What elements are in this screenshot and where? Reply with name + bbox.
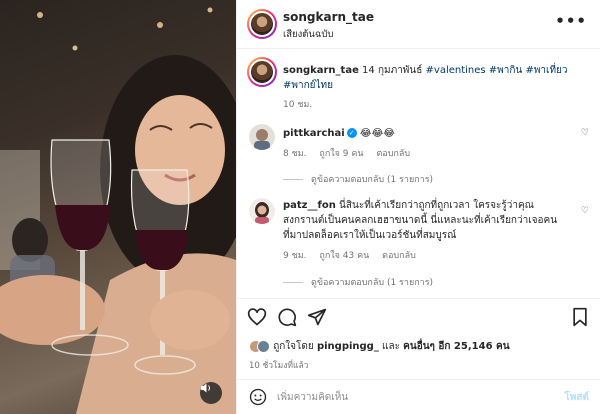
likes-count[interactable]: คนอื่นๆ อีก 25,146 คน [403, 341, 509, 352]
save-bookmark-icon[interactable] [571, 307, 589, 331]
comment-like-heart-icon[interactable]: ♡ [581, 206, 589, 216]
liker-avatar [257, 339, 270, 353]
view-replies-button[interactable]: ดูข้อความตอบกลับ (1 รายการ) [283, 172, 433, 186]
caption-text: 14 กุมภาพันธ์ [362, 65, 423, 76]
post-time-ago[interactable]: 10 ชั่วโมงที่แล้ว [249, 358, 308, 372]
caption-avatar[interactable] [247, 57, 277, 87]
liker-username[interactable]: pingpingg_ [317, 341, 379, 352]
commenter-username[interactable]: patz__fon [283, 200, 336, 211]
post-photo [0, 7, 236, 414]
likes-summary[interactable]: ถูกใจโดย pingpingg_ และ คนอื่นๆ อีก 25,1… [249, 339, 510, 354]
add-comment-bar: โพสต์ [237, 379, 600, 414]
likes-prefix: ถูกใจโดย [273, 341, 314, 352]
caption-time[interactable]: 10 ชม. [283, 97, 312, 111]
post-comment-button[interactable]: โพสต์ [564, 390, 589, 405]
more-options-icon[interactable]: ••• [555, 12, 587, 30]
verified-badge-icon: ✓ [346, 128, 357, 138]
comment-reply-button[interactable]: ตอบกลับ [382, 251, 416, 261]
emoji-icon[interactable] [249, 388, 267, 410]
post-side-panel: songkarn_tae เสียงต้นฉบับ ••• songkarn_t… [236, 0, 600, 414]
commenter-avatar[interactable] [249, 124, 275, 150]
comment-likes[interactable]: ถูกใจ 9 คน [319, 149, 363, 159]
audio-label[interactable]: เสียงต้นฉบับ [283, 27, 333, 42]
comment-like-heart-icon[interactable]: ♡ [581, 128, 589, 138]
author-username[interactable]: songkarn_tae [283, 10, 374, 24]
post-actions [237, 298, 600, 334]
comment-likes[interactable]: ถูกใจ 43 คน [319, 251, 369, 261]
comment-text: 😂😂😂 [359, 128, 395, 139]
view-replies-button[interactable]: ดูข้อความตอบกลับ (1 รายการ) [283, 275, 433, 289]
caption-username[interactable]: songkarn_tae [283, 65, 359, 76]
comment-bubble-icon[interactable] [277, 307, 297, 331]
comment-time[interactable]: 9 ชม. [283, 251, 307, 261]
author-avatar[interactable] [247, 9, 277, 39]
audio-toggle-button[interactable] [200, 382, 222, 404]
commenter-avatar[interactable] [249, 198, 275, 224]
comment-time[interactable]: 8 ชม. [283, 149, 307, 159]
post-header: songkarn_tae เสียงต้นฉบับ ••• [237, 0, 600, 49]
likes-connector: และ [382, 341, 400, 352]
comment-input[interactable] [277, 388, 547, 406]
share-send-icon[interactable] [307, 307, 327, 331]
like-heart-icon[interactable] [247, 307, 267, 331]
post-media[interactable] [0, 0, 236, 414]
speaker-icon [201, 383, 210, 393]
comment-reply-button[interactable]: ตอบกลับ [376, 149, 410, 159]
commenter-username[interactable]: pittkarchai [283, 128, 345, 139]
